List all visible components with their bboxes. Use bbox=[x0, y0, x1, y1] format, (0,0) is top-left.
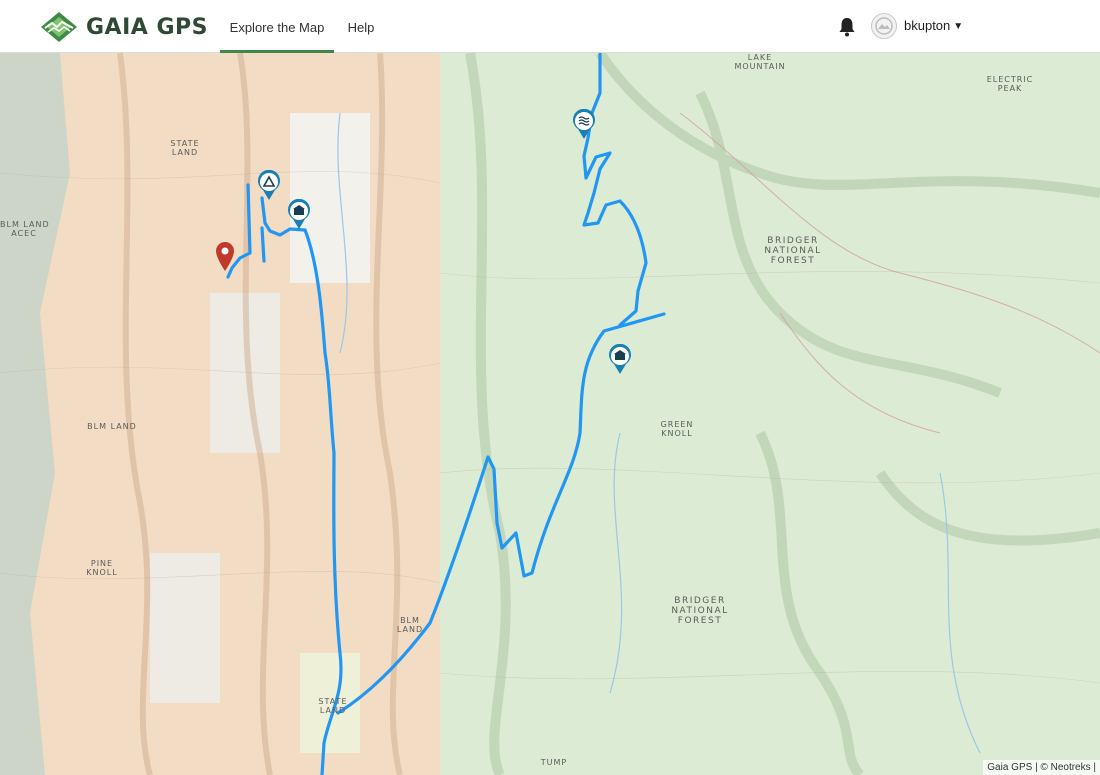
map-label-lake-mountain: LAKE MOUNTAIN bbox=[734, 53, 786, 71]
cabin-icon[interactable] bbox=[607, 344, 633, 376]
state-land-patch bbox=[290, 113, 370, 283]
map-label-bridger-nf-south: BRIDGER NATIONAL FOREST bbox=[671, 596, 729, 626]
gaia-gps-logo[interactable]: GAIA GPS bbox=[40, 11, 208, 43]
top-navigation-bar: GAIA GPS Explore the Map Help bkupton ▼ bbox=[0, 0, 1100, 53]
gaia-mountain-logo-icon bbox=[41, 12, 77, 42]
user-menu[interactable]: bkupton ▼ bbox=[904, 18, 963, 33]
nav-explore-the-map[interactable]: Explore the Map bbox=[220, 0, 334, 53]
water-icon[interactable] bbox=[571, 109, 597, 141]
cabin-icon[interactable] bbox=[286, 199, 312, 231]
map-attribution[interactable]: Gaia GPS | © Neotreks | bbox=[983, 760, 1100, 775]
map-label-tump: TUMP bbox=[540, 758, 568, 767]
map-label-green-knoll: GREEN KNOLL bbox=[660, 420, 694, 438]
username: bkupton bbox=[904, 18, 951, 33]
map-label-bridger-nf-north: BRIDGER NATIONAL FOREST bbox=[764, 236, 822, 266]
nav-help[interactable]: Help bbox=[340, 0, 382, 53]
track-spur-c bbox=[260, 226, 266, 263]
chevron-down-icon: ▼ bbox=[953, 21, 964, 32]
map-view[interactable]: LAKE MOUNTAIN ELECTRIC PEAK STATE LAND B… bbox=[0, 53, 1100, 775]
map-label-electric-peak: ELECTRIC PEAK bbox=[986, 75, 1034, 93]
map-label-blm-acec: BLM LAND ACEC bbox=[0, 220, 50, 238]
campsite-icon[interactable] bbox=[256, 170, 282, 202]
map-canvas[interactable] bbox=[0, 53, 1100, 775]
bell-icon[interactable] bbox=[838, 17, 856, 37]
location-pin-icon[interactable] bbox=[214, 240, 236, 272]
avatar-icon[interactable] bbox=[871, 13, 897, 39]
map-label-state-land-south: STATE LAND bbox=[318, 697, 348, 715]
map-label-pine-knoll: PINE KNOLL bbox=[86, 559, 118, 577]
map-label-state-land: STATE LAND bbox=[170, 139, 200, 157]
map-label-blm-land-central: BLM LAND bbox=[396, 616, 424, 634]
logo-wordmark: GAIA GPS bbox=[86, 14, 208, 40]
map-label-blm-land-west: BLM LAND bbox=[87, 422, 137, 431]
